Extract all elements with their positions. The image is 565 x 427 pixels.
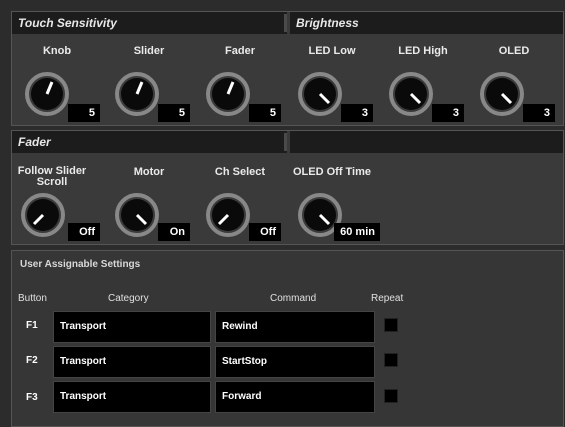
led-low-label: LED Low <box>308 45 356 57</box>
fader-header-right <box>290 131 563 153</box>
touch-sensitivity-title: Touch Sensitivity <box>18 16 117 30</box>
column-header-repeat: Repeat <box>371 293 404 304</box>
sensitivity-brightness-panel: Touch Sensitivity Brightness Knob 5 Slid… <box>11 11 564 126</box>
oled-brightness-label: OLED <box>498 45 530 57</box>
slider-sensitivity-label: Slider <box>133 45 165 57</box>
knob-sensitivity-label: Knob <box>42 45 72 57</box>
fader-sensitivity-label: Fader <box>225 45 255 57</box>
follow-slider-scroll-label: Follow Slider Scroll <box>17 165 87 188</box>
brightness-header: Brightness <box>290 12 563 34</box>
repeat-checkbox-f1[interactable] <box>384 318 398 332</box>
command-field-f2[interactable]: StartStop <box>215 346 375 378</box>
category-field-f2[interactable]: Transport <box>53 346 211 378</box>
led-low-value: 3 <box>341 104 373 122</box>
oled-off-time-value: 60 min <box>334 223 380 241</box>
row-label-f2: F2 <box>26 355 38 366</box>
row-label-f3: F3 <box>26 392 38 403</box>
fader-panel: Fader Follow Slider Scroll Off Motor On … <box>11 130 564 245</box>
oled-brightness-value: 3 <box>523 104 555 122</box>
column-header-category: Category <box>108 293 149 304</box>
command-field-f3[interactable]: Forward <box>215 381 375 413</box>
knob-sensitivity-value: 5 <box>68 104 100 122</box>
slider-sensitivity-value: 5 <box>158 104 190 122</box>
repeat-checkbox-f2[interactable] <box>384 353 398 367</box>
motor-label: Motor <box>133 166 165 178</box>
repeat-checkbox-f3[interactable] <box>384 389 398 403</box>
brightness-title: Brightness <box>296 16 359 30</box>
user-assignable-title: User Assignable Settings <box>20 259 141 270</box>
motor-value: On <box>158 223 190 241</box>
header-divider <box>284 133 287 151</box>
ch-select-value: Off <box>249 223 281 241</box>
follow-slider-scroll-value: Off <box>68 223 100 241</box>
row-label-f1: F1 <box>26 320 38 331</box>
fader-sensitivity-value: 5 <box>249 104 281 122</box>
touch-sensitivity-header: Touch Sensitivity <box>12 12 287 34</box>
category-field-f3[interactable]: Transport <box>53 381 211 413</box>
category-field-f1[interactable]: Transport <box>53 311 211 343</box>
column-header-button: Button <box>18 293 47 304</box>
column-header-command: Command <box>270 293 317 304</box>
header-divider <box>284 14 287 32</box>
command-field-f1[interactable]: Rewind <box>215 311 375 343</box>
ch-select-label: Ch Select <box>214 166 266 178</box>
led-high-label: LED High <box>398 45 448 57</box>
fader-title: Fader <box>18 135 51 149</box>
fader-header: Fader <box>12 131 287 153</box>
led-high-value: 3 <box>432 104 464 122</box>
oled-off-time-label: OLED Off Time <box>292 166 372 178</box>
